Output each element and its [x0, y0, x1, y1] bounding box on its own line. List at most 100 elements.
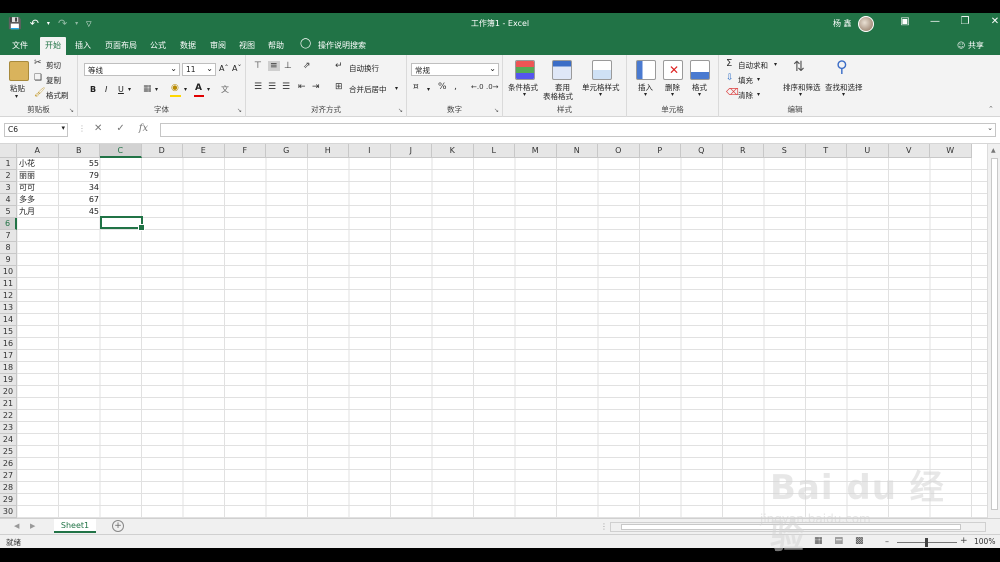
vertical-scroll-thumb[interactable]	[991, 158, 998, 510]
wrap-text-button[interactable]: 自动换行	[349, 63, 379, 74]
autosum-dropdown-icon[interactable]: ▾	[774, 61, 777, 68]
align-left-icon[interactable]: ☰	[254, 82, 262, 92]
percent-icon[interactable]: %	[438, 82, 447, 92]
column-header-r[interactable]: R	[722, 144, 764, 158]
row-header-7[interactable]: 7	[0, 230, 17, 242]
column-header-h[interactable]: H	[307, 144, 349, 158]
row-header-29[interactable]: 29	[0, 494, 17, 506]
column-header-a[interactable]: A	[17, 144, 59, 158]
row-header-20[interactable]: 20	[0, 386, 17, 398]
fill-color-icon[interactable]: ◉	[171, 83, 179, 93]
number-format-select[interactable]: 常规 ⌄	[411, 63, 499, 76]
decrease-indent-icon[interactable]: ⇤	[298, 82, 306, 92]
column-header-n[interactable]: N	[556, 144, 598, 158]
conditional-dropdown-icon[interactable]: ▾	[523, 91, 526, 98]
cell-b3[interactable]: 34	[59, 182, 101, 194]
cell-a5[interactable]: 九月	[17, 206, 58, 218]
next-sheet-icon[interactable]: ▶	[30, 522, 35, 530]
row-header-14[interactable]: 14	[0, 314, 17, 326]
column-header-o[interactable]: O	[598, 144, 640, 158]
autosum-button[interactable]: 自动求和	[738, 60, 768, 71]
column-header-p[interactable]: P	[639, 144, 681, 158]
formula-input[interactable]: ⌄	[160, 123, 996, 137]
copy-button[interactable]: 复制	[46, 75, 61, 86]
cell-a2[interactable]: 丽丽	[17, 170, 58, 182]
column-header-s[interactable]: S	[764, 144, 806, 158]
zoom-level[interactable]: 100%	[974, 537, 995, 546]
cell-a4[interactable]: 多多	[17, 194, 58, 206]
align-top-icon[interactable]: ⊤	[254, 61, 262, 71]
font-color-dropdown-icon[interactable]: ▾	[207, 86, 210, 93]
add-sheet-icon[interactable]: +	[112, 520, 124, 532]
increase-indent-icon[interactable]: ⇥	[312, 82, 320, 92]
column-header-g[interactable]: G	[266, 144, 308, 158]
table-format-label[interactable]: 表格格式	[543, 91, 573, 102]
cell-styles-dropdown-icon[interactable]: ▾	[599, 91, 602, 98]
dialog-launcher-icon[interactable]: ↘	[69, 107, 74, 114]
vertical-scrollbar[interactable]: ▲	[987, 144, 1000, 518]
cell-b1[interactable]: 55	[59, 158, 101, 170]
font-size-select[interactable]: 11 ⌄	[182, 63, 216, 76]
row-header-19[interactable]: 19	[0, 374, 17, 386]
tell-me-search[interactable]: 操作说明搜索	[318, 40, 366, 51]
fill-dropdown-icon[interactable]: ▾	[757, 76, 760, 83]
row-header-1[interactable]: 1	[0, 158, 17, 170]
row-header-11[interactable]: 11	[0, 278, 17, 290]
row-header-24[interactable]: 24	[0, 434, 17, 446]
phonetic-icon[interactable]: 文	[221, 84, 229, 95]
row-header-23[interactable]: 23	[0, 422, 17, 434]
align-bottom-icon[interactable]: ⊥	[284, 61, 292, 71]
cut-button[interactable]: 剪切	[46, 60, 61, 71]
borders-dropdown-icon[interactable]: ▾	[155, 86, 158, 93]
cell-b2[interactable]: 79	[59, 170, 101, 182]
active-cell-selection[interactable]	[100, 216, 145, 231]
expand-formula-icon[interactable]: ⌄	[987, 124, 993, 132]
select-all-corner[interactable]	[0, 144, 17, 158]
cell-b4[interactable]: 67	[59, 194, 101, 206]
column-header-u[interactable]: U	[847, 144, 889, 158]
column-header-m[interactable]: M	[515, 144, 557, 158]
row-header-30[interactable]: 30	[0, 506, 17, 518]
column-header-v[interactable]: V	[888, 144, 930, 158]
column-header-t[interactable]: T	[805, 144, 847, 158]
column-header-b[interactable]: B	[58, 144, 100, 158]
increase-decimal-icon[interactable]: ←.0	[471, 83, 484, 91]
align-right-icon[interactable]: ☰	[282, 82, 290, 92]
orientation-icon[interactable]: ⇗	[303, 61, 311, 71]
row-header-28[interactable]: 28	[0, 482, 17, 494]
dialog-launcher-icon[interactable]: ↘	[494, 107, 499, 114]
currency-icon[interactable]: ¤	[413, 82, 419, 92]
column-header-k[interactable]: K	[432, 144, 474, 158]
row-header-18[interactable]: 18	[0, 362, 17, 374]
column-header-e[interactable]: E	[183, 144, 225, 158]
column-header-j[interactable]: J	[390, 144, 432, 158]
cell-a1[interactable]: 小花	[17, 158, 58, 170]
scroll-up-icon[interactable]: ▲	[991, 147, 996, 154]
row-header-17[interactable]: 17	[0, 350, 17, 362]
format-dropdown-icon[interactable]: ▾	[698, 91, 701, 98]
row-header-26[interactable]: 26	[0, 458, 17, 470]
increase-font-icon[interactable]: Aˆ	[219, 64, 228, 73]
enter-icon[interactable]: ✓	[116, 123, 124, 134]
dialog-launcher-icon[interactable]: ↘	[398, 107, 403, 114]
row-header-2[interactable]: 2	[0, 170, 17, 182]
row-header-3[interactable]: 3	[0, 182, 17, 194]
dialog-launcher-icon[interactable]: ↘	[237, 107, 242, 114]
user-name[interactable]: 杨 鑫	[833, 18, 852, 29]
column-header-d[interactable]: D	[141, 144, 183, 158]
font-name-select[interactable]: 等线 ⌄	[84, 63, 180, 76]
prev-sheet-icon[interactable]: ◀	[14, 522, 19, 530]
tab-insert[interactable]: 插入	[75, 40, 91, 51]
row-header-9[interactable]: 9	[0, 254, 17, 266]
row-header-10[interactable]: 10	[0, 266, 17, 278]
tab-data[interactable]: 数据	[180, 40, 196, 51]
row-header-16[interactable]: 16	[0, 338, 17, 350]
format-painter-button[interactable]: 格式刷	[46, 90, 69, 101]
close-icon[interactable]: ✕	[980, 16, 1000, 27]
column-header-c[interactable]: C	[100, 144, 142, 158]
font-color-icon[interactable]: A	[195, 83, 202, 93]
comma-icon[interactable]: ‚	[454, 82, 457, 92]
column-header-i[interactable]: I	[349, 144, 391, 158]
decrease-font-icon[interactable]: Aˇ	[232, 64, 241, 73]
underline-dropdown-icon[interactable]: ▾	[128, 86, 131, 93]
